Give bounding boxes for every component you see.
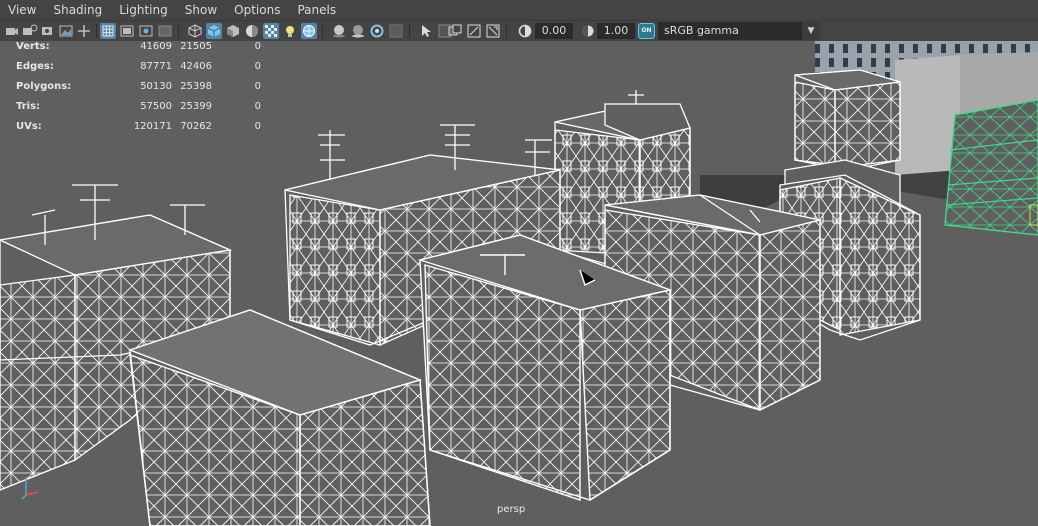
wireframe-on-shaded-icon[interactable]	[301, 23, 317, 39]
hud-value-components: 0	[254, 41, 261, 52]
gamma-icon[interactable]	[580, 23, 596, 39]
color-space-select[interactable]: sRGB gamma ▼	[658, 22, 820, 40]
panel-toolbar: 0.00 1.00 ON sRGB gamma ▼	[0, 20, 1038, 41]
hud-value-selected: 21505	[180, 41, 212, 52]
wireframe-icon[interactable]	[187, 23, 203, 39]
hud-label: Edges:	[16, 61, 54, 72]
color-management-icon[interactable]: ON	[638, 23, 655, 39]
hud-value-selected: 25398	[180, 81, 212, 92]
grid-icon[interactable]	[100, 23, 116, 39]
depth-of-field-icon[interactable]	[466, 23, 482, 39]
exposure-icon[interactable]	[517, 23, 533, 39]
smooth-shade-icon[interactable]	[206, 23, 222, 39]
anti-aliasing-icon[interactable]	[447, 23, 463, 39]
hud-value-components: 0	[254, 121, 261, 132]
hud-label: Tris:	[16, 101, 41, 112]
hud-value-components: 0	[254, 61, 261, 72]
select-camera-icon[interactable]	[4, 23, 20, 39]
gamma-field[interactable]: 1.00	[597, 23, 635, 39]
menu-options[interactable]: Options	[226, 0, 289, 20]
ambient-occlusion-icon[interactable]	[418, 23, 434, 39]
hud-label: Polygons:	[16, 81, 72, 92]
hud-value-selected: 42406	[180, 61, 212, 72]
bounding-box-icon[interactable]	[244, 23, 260, 39]
exposure-field[interactable]: 0.00	[535, 23, 573, 39]
hud-value-total: 41609	[140, 41, 172, 52]
xray-active-icon[interactable]	[369, 23, 385, 39]
gate-mask-icon[interactable]	[157, 23, 173, 39]
menu-shading[interactable]: Shading	[45, 0, 111, 20]
axis-gizmo-icon: x	[21, 477, 39, 500]
image-plane-icon[interactable]	[58, 23, 74, 39]
xray-joints-icon[interactable]	[350, 23, 366, 39]
camera-attributes-icon[interactable]	[22, 23, 38, 39]
color-space-value: sRGB gamma	[664, 24, 739, 37]
perspective-viewport[interactable]: Verts: 41609 21505 0 Edges: 87771 42406 …	[0, 41, 1038, 526]
film-gate-icon[interactable]	[119, 23, 135, 39]
svg-text:x: x	[29, 490, 33, 497]
use-lights-icon[interactable]	[282, 23, 298, 39]
hud-value-selected: 25399	[180, 101, 212, 112]
maya-viewport-panel: View Shading Lighting Show Options Panel…	[0, 0, 1038, 526]
hud-label: UVs:	[16, 121, 42, 132]
xray-icon[interactable]	[331, 23, 347, 39]
resolution-gate-icon[interactable]	[138, 23, 154, 39]
chevron-down-icon[interactable]: ▼	[802, 22, 820, 40]
textured-icon[interactable]	[263, 23, 279, 39]
two-d-pan-zoom-icon[interactable]	[76, 23, 92, 39]
hud-value-total: 87771	[140, 61, 172, 72]
isolate-select-icon[interactable]	[388, 23, 404, 39]
hud-value-total: 50130	[140, 81, 172, 92]
menu-lighting[interactable]: Lighting	[111, 0, 177, 20]
flat-shade-icon[interactable]	[225, 23, 241, 39]
menu-show[interactable]: Show	[177, 0, 226, 20]
field-chart-icon[interactable]	[485, 23, 501, 39]
hud-value-components: 0	[254, 101, 261, 112]
menu-panels[interactable]: Panels	[289, 0, 345, 20]
bookmark-icon[interactable]	[40, 23, 56, 39]
panel-menu-bar: View Shading Lighting Show Options Panel…	[0, 0, 1038, 20]
hud-value-components: 0	[254, 81, 261, 92]
hud-value-total: 57500	[140, 101, 172, 112]
menu-view[interactable]: View	[0, 0, 45, 20]
camera-name-label: persp	[497, 504, 526, 515]
hud-value-total: 120171	[133, 121, 172, 132]
hud-label: Verts:	[16, 41, 50, 52]
hud-value-selected: 70262	[180, 121, 212, 132]
